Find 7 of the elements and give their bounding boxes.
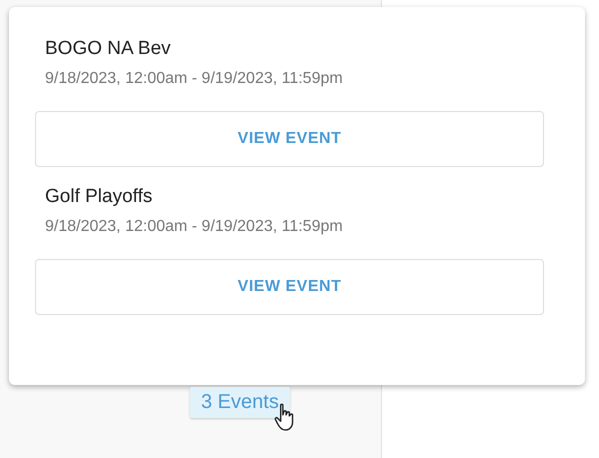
view-event-button[interactable]: VIEW EVENT: [35, 111, 544, 167]
event-title: BOGO NA Bev: [45, 37, 172, 61]
event-time-range: 9/18/2023, 12:00am - 9/19/2023, 11:59pm: [45, 217, 344, 237]
event-time-range: 9/18/2023, 12:00am - 9/19/2023, 11:59pm: [45, 69, 344, 89]
events-chip[interactable]: 3 Events: [190, 387, 290, 418]
view-event-button[interactable]: VIEW EVENT: [35, 259, 544, 315]
event-title: Golf Playoffs: [45, 185, 154, 209]
